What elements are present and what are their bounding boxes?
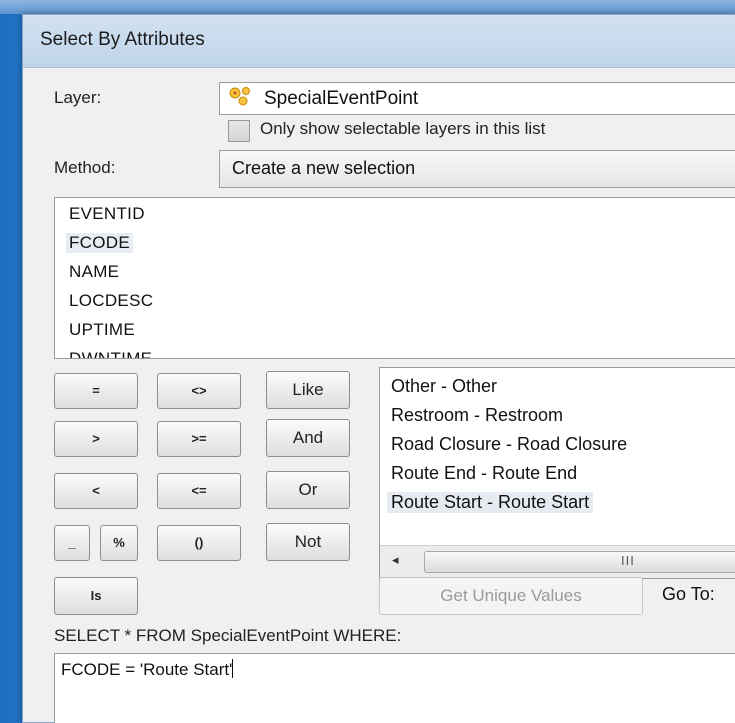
underscore-wildcard-button[interactable]: _ bbox=[54, 525, 90, 561]
layer-dropdown[interactable]: SpecialEventPoint bbox=[219, 82, 735, 115]
value-item-selected[interactable]: Route Start - Route Start bbox=[387, 492, 594, 513]
expression-value: FCODE = 'Route Start' bbox=[61, 660, 233, 679]
unique-values-list[interactable]: Other - Other Restroom - Restroom Road C… bbox=[379, 367, 735, 579]
dialog-title: Select By Attributes bbox=[40, 29, 205, 50]
value-item[interactable]: Other - Other bbox=[391, 376, 497, 397]
field-list[interactable]: EVENTID FCODE NAME LOCDESC UPTIME DWNTIM… bbox=[54, 197, 735, 359]
method-value: Create a new selection bbox=[232, 158, 416, 178]
like-button[interactable]: Like bbox=[266, 371, 350, 409]
expression-text: FCODE = 'Route Start' bbox=[61, 659, 234, 680]
selectable-only-label: Only show selectable layers in this list bbox=[260, 119, 546, 138]
greater-equal-button[interactable]: >= bbox=[157, 421, 241, 457]
select-by-attributes-dialog: Select By Attributes Layer: SpecialEvent… bbox=[22, 14, 735, 723]
percent-wildcard-button[interactable]: % bbox=[100, 525, 138, 561]
method-dropdown[interactable]: Create a new selection bbox=[219, 150, 735, 188]
layer-value: SpecialEventPoint bbox=[264, 88, 419, 109]
field-item[interactable]: LOCDESC bbox=[69, 291, 153, 311]
where-expression-editor[interactable]: FCODE = 'Route Start' bbox=[54, 653, 735, 723]
method-label: Method: bbox=[54, 158, 116, 177]
scroll-left-arrow-icon[interactable]: ◂ bbox=[392, 552, 399, 568]
or-button[interactable]: Or bbox=[266, 471, 350, 509]
scroll-grip-icon: III bbox=[621, 553, 635, 568]
point-layer-icon bbox=[229, 87, 250, 106]
field-item-selected[interactable]: FCODE bbox=[66, 233, 133, 253]
value-item[interactable]: Road Closure - Road Closure bbox=[391, 434, 627, 455]
parentheses-button[interactable]: () bbox=[157, 525, 241, 561]
horizontal-scrollbar[interactable]: ◂ III bbox=[380, 545, 735, 578]
select-from-label: SELECT * FROM SpecialEventPoint WHERE: bbox=[54, 626, 402, 645]
greater-than-button[interactable]: > bbox=[54, 421, 138, 457]
is-button[interactable]: Is bbox=[54, 577, 138, 615]
value-item[interactable]: Route End - Route End bbox=[391, 463, 577, 484]
desktop-background bbox=[0, 0, 735, 14]
layer-label: Layer: bbox=[54, 88, 102, 107]
value-item[interactable]: Restroom - Restroom bbox=[391, 405, 563, 426]
field-item[interactable]: DWNTIME bbox=[69, 349, 152, 358]
title-bar: Select By Attributes bbox=[23, 15, 735, 68]
less-than-button[interactable]: < bbox=[54, 473, 138, 509]
selectable-only-checkbox[interactable] bbox=[228, 120, 250, 142]
field-item[interactable]: NAME bbox=[69, 262, 119, 282]
not-button[interactable]: Not bbox=[266, 523, 350, 561]
get-unique-values-button[interactable]: Get Unique Values bbox=[379, 577, 643, 615]
scroll-thumb[interactable]: III bbox=[424, 551, 735, 573]
less-equal-button[interactable]: <= bbox=[157, 473, 241, 509]
text-caret bbox=[232, 659, 234, 678]
not-equal-button[interactable]: <> bbox=[157, 373, 241, 409]
equals-button[interactable]: = bbox=[54, 373, 138, 409]
field-item[interactable]: EVENTID bbox=[69, 204, 145, 224]
field-item[interactable]: UPTIME bbox=[69, 320, 135, 340]
and-button[interactable]: And bbox=[266, 419, 350, 457]
go-to-label: Go To: bbox=[662, 584, 715, 604]
